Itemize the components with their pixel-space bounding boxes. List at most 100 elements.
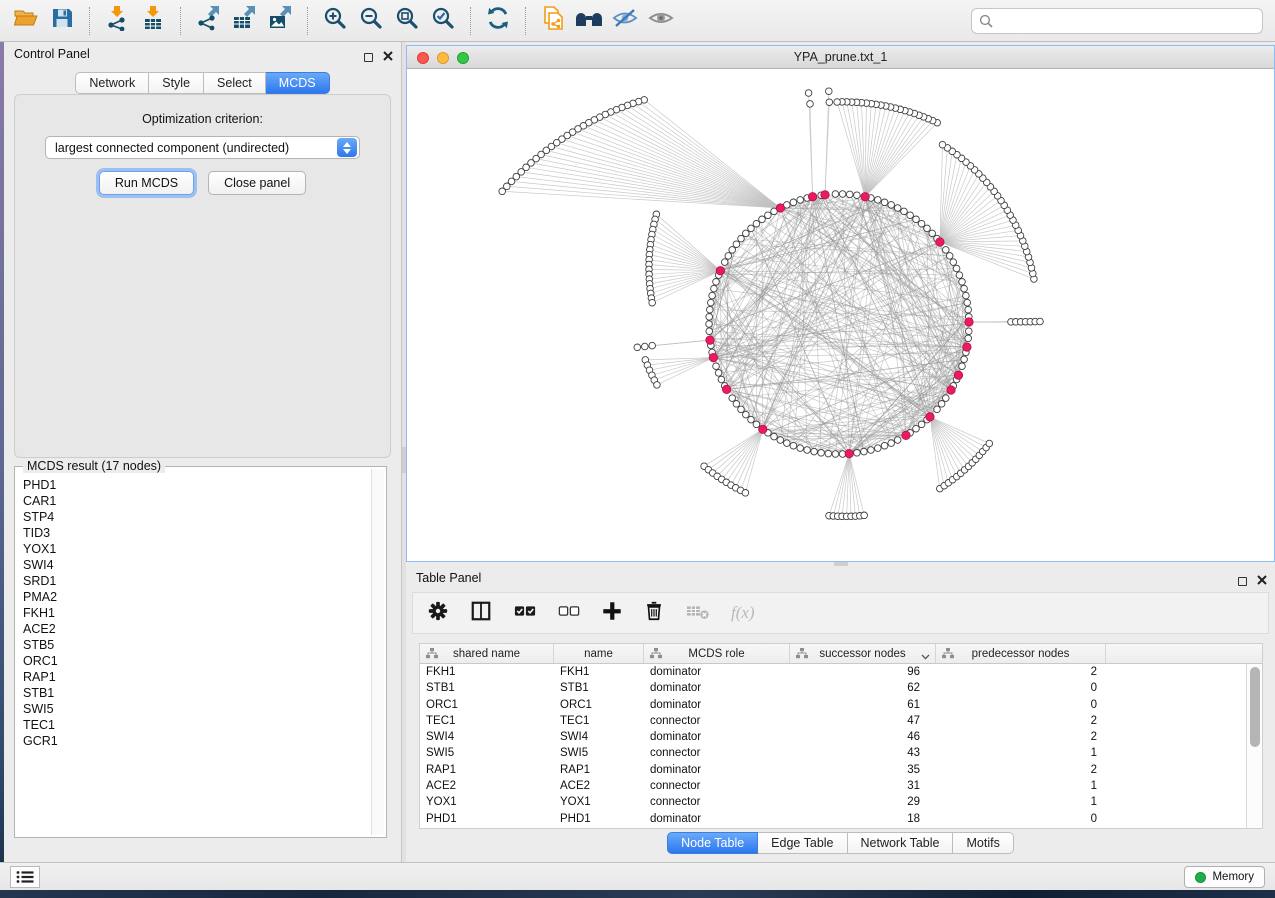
network-window-titlebar[interactable]: YPA_prune.txt_1 (407, 46, 1274, 69)
table-cell[interactable]: dominator (644, 811, 790, 827)
show-all-button[interactable] (643, 5, 679, 37)
delete-table-button[interactable] (685, 600, 711, 627)
table-cell[interactable]: 46 (790, 729, 936, 745)
table-cell[interactable]: SWI5 (554, 745, 644, 761)
table-cell[interactable]: connector (644, 745, 790, 761)
table-row[interactable]: PHD1PHD1dominator180 (420, 811, 1246, 827)
table-row[interactable]: STB1STB1dominator620 (420, 680, 1246, 696)
column-header-successor-nodes[interactable]: successor nodes (790, 644, 936, 663)
import-table-button[interactable] (135, 5, 171, 37)
mcds-result-item[interactable]: STB5 (17, 637, 370, 653)
select-all-button[interactable] (513, 600, 537, 627)
table-cell[interactable]: 47 (790, 713, 936, 729)
table-cell[interactable]: 1 (936, 778, 1106, 794)
mcds-result-item[interactable]: PMA2 (17, 589, 370, 605)
run-mcds-button[interactable]: Run MCDS (99, 171, 194, 195)
mcds-result-item[interactable]: STP4 (17, 509, 370, 525)
table-cell[interactable]: dominator (644, 729, 790, 745)
table-cell[interactable]: SWI5 (420, 745, 554, 761)
export-table-button[interactable] (226, 5, 262, 37)
apply-layout-button[interactable] (480, 5, 516, 37)
tab-network-table[interactable]: Network Table (848, 832, 954, 854)
table-row[interactable]: TEC1TEC1connector472 (420, 713, 1246, 729)
import-network-button[interactable] (99, 5, 135, 37)
mcds-result-item[interactable]: TEC1 (17, 717, 370, 733)
table-cell[interactable]: ORC1 (554, 697, 644, 713)
table-cell[interactable]: 62 (790, 680, 936, 696)
export-network-button[interactable] (190, 5, 226, 37)
mcds-result-item[interactable]: CAR1 (17, 493, 370, 509)
table-cell[interactable]: STB1 (554, 680, 644, 696)
table-cell[interactable]: dominator (644, 762, 790, 778)
table-cell[interactable]: TEC1 (420, 713, 554, 729)
table-cell[interactable]: 31 (790, 778, 936, 794)
zoom-selected-button[interactable] (425, 5, 461, 37)
float-panel-icon[interactable] (364, 53, 373, 62)
table-cell[interactable]: 0 (936, 680, 1106, 696)
tab-network[interactable]: Network (75, 72, 149, 94)
memory-button[interactable]: Memory (1184, 866, 1265, 888)
close-panel-button[interactable]: Close panel (208, 171, 306, 195)
column-header-shared-name[interactable]: shared name (420, 644, 554, 663)
table-cell[interactable]: ACE2 (420, 778, 554, 794)
show-columns-button[interactable] (469, 600, 493, 627)
table-cell[interactable]: YOX1 (420, 794, 554, 810)
mcds-result-item[interactable]: FKH1 (17, 605, 370, 621)
duplicate-network-button[interactable] (535, 5, 571, 37)
table-cell[interactable]: RAP1 (554, 762, 644, 778)
column-header-MCDS-role[interactable]: MCDS role (644, 644, 790, 663)
table-cell[interactable]: connector (644, 794, 790, 810)
mcds-result-item[interactable]: TID3 (17, 525, 370, 541)
table-cell[interactable]: RAP1 (420, 762, 554, 778)
table-row[interactable]: SWI5SWI5connector431 (420, 745, 1246, 761)
deselect-all-button[interactable] (557, 600, 581, 627)
tab-mcds[interactable]: MCDS (266, 72, 330, 94)
table-cell[interactable]: 61 (790, 697, 936, 713)
zoom-out-button[interactable] (353, 5, 389, 37)
search-input[interactable] (971, 8, 1263, 34)
table-cell[interactable]: STB1 (420, 680, 554, 696)
table-row[interactable]: SWI4SWI4dominator462 (420, 729, 1246, 745)
close-panel-icon[interactable] (383, 48, 393, 66)
table-cell[interactable]: dominator (644, 664, 790, 680)
close-panel-icon[interactable] (1257, 572, 1267, 590)
table-cell[interactable]: PHD1 (420, 811, 554, 827)
mcds-result-item[interactable]: ORC1 (17, 653, 370, 669)
table-cell[interactable]: 1 (936, 745, 1106, 761)
mcds-result-item[interactable]: SRD1 (17, 573, 370, 589)
mcds-result-item[interactable]: PHD1 (17, 477, 370, 493)
table-cell[interactable]: 43 (790, 745, 936, 761)
column-header-name[interactable]: name (554, 644, 644, 663)
table-row[interactable]: FKH1FKH1dominator962 (420, 664, 1246, 680)
network-canvas[interactable] (407, 69, 1274, 561)
add-column-button[interactable] (601, 600, 623, 627)
table-cell[interactable]: 35 (790, 762, 936, 778)
table-cell[interactable]: FKH1 (420, 664, 554, 680)
table-cell[interactable]: YOX1 (554, 794, 644, 810)
float-panel-icon[interactable] (1238, 577, 1247, 586)
task-history-button[interactable] (10, 866, 40, 888)
table-cell[interactable]: 96 (790, 664, 936, 680)
table-cell[interactable]: SWI4 (420, 729, 554, 745)
table-scrollbar[interactable] (1246, 664, 1262, 828)
table-cell[interactable]: ORC1 (420, 697, 554, 713)
table-cell[interactable]: SWI4 (554, 729, 644, 745)
table-row[interactable]: ORC1ORC1dominator610 (420, 697, 1246, 713)
table-cell[interactable]: 18 (790, 811, 936, 827)
table-cell[interactable]: dominator (644, 697, 790, 713)
zoom-fit-button[interactable] (389, 5, 425, 37)
scrollbar-thumb[interactable] (1250, 667, 1260, 747)
table-row[interactable]: YOX1YOX1connector291 (420, 794, 1246, 810)
mcds-result-scrollbar[interactable] (371, 469, 384, 835)
table-cell[interactable]: 0 (936, 697, 1106, 713)
export-image-button[interactable] (262, 5, 298, 37)
table-cell[interactable]: ACE2 (554, 778, 644, 794)
function-builder-button[interactable]: f(x) (731, 603, 755, 623)
mcds-result-item[interactable]: SWI5 (17, 701, 370, 717)
table-cell[interactable]: dominator (644, 680, 790, 696)
table-cell[interactable]: 0 (936, 811, 1106, 827)
table-cell[interactable]: TEC1 (554, 713, 644, 729)
open-session-button[interactable] (8, 5, 44, 37)
mcds-result-item[interactable]: SWI4 (17, 557, 370, 573)
table-cell[interactable]: connector (644, 713, 790, 729)
